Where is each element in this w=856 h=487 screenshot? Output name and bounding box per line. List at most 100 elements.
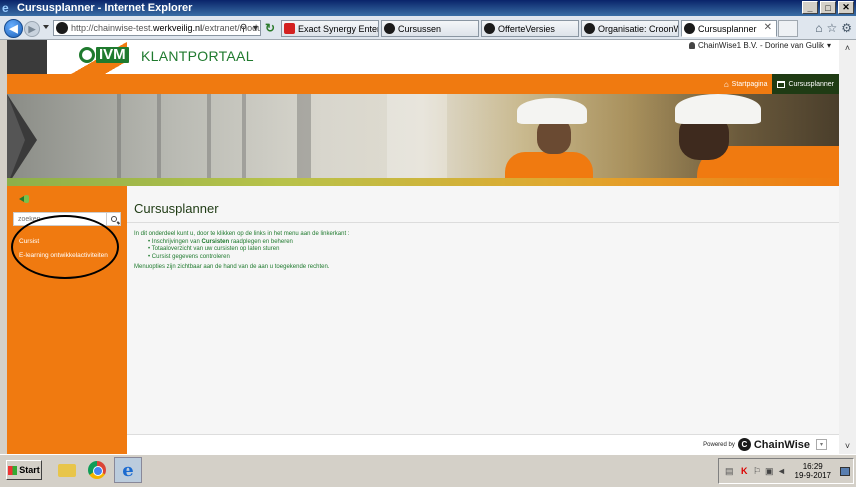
clock-time: 16:29 <box>802 462 823 471</box>
start-label: Start <box>19 465 40 475</box>
exact-icon <box>284 23 295 34</box>
network-icon[interactable]: ▣ <box>765 466 774 477</box>
tab-label: Organisatie: CroonWolt... <box>598 23 679 34</box>
site-header: ChainWise1 B.V. - Dorine van Gulik ▾ <box>7 40 839 74</box>
content-body: In dit onderdeel kunt u, door te klikken… <box>134 231 634 272</box>
intro-text: In dit onderdeel kunt u, door te klikken… <box>134 231 350 237</box>
tab-close-icon[interactable]: ✕ <box>764 22 772 33</box>
history-dropdown-icon[interactable] <box>43 25 49 29</box>
scroll-up-icon[interactable]: ˄ <box>839 42 856 54</box>
start-button[interactable]: Start <box>6 460 42 480</box>
user-name: ChainWise1 B.V. - Dorine van Gulik <box>698 41 824 50</box>
maximize-button[interactable]: □ <box>820 1 836 14</box>
address-prefix: http://chainwise-test. <box>71 23 154 33</box>
back-arrow-icon[interactable] <box>19 195 29 203</box>
search-icon <box>110 216 117 222</box>
clock-date: 19-9-2017 <box>794 471 831 480</box>
tab-cursussen[interactable]: Cursussen <box>381 20 479 37</box>
feature-list: Inschrijvingen van Cursisten raadplegen … <box>134 239 634 262</box>
chrome-icon <box>88 461 106 479</box>
annotation-circle <box>11 215 119 279</box>
content-area <box>127 186 839 434</box>
new-tab-button[interactable] <box>778 20 798 37</box>
user-menu[interactable]: ChainWise1 B.V. - Dorine van Gulik ▾ <box>689 41 831 50</box>
ivm-logo[interactable]: IVM <box>79 47 129 63</box>
address-dropdown-icon[interactable]: ▾ <box>250 20 261 36</box>
main-menu: ⌂ Startpagina Cursusplanner <box>719 74 839 94</box>
banner-bottom-band <box>7 178 839 186</box>
close-button[interactable]: ✕ <box>838 1 854 14</box>
gear-icon[interactable]: ⚙ <box>841 21 852 35</box>
menu-label: Cursusplanner <box>788 80 834 88</box>
volume-icon[interactable]: ◄ <box>777 466 786 476</box>
refresh-icon[interactable]: ↻ <box>263 20 277 36</box>
minimize-button[interactable]: _ <box>802 1 818 14</box>
hero-banner-image <box>7 94 839 186</box>
calendar-icon <box>777 80 786 88</box>
search-button[interactable] <box>107 212 121 226</box>
chainwise-brand: ChainWise <box>753 438 810 451</box>
list-item: Cursist gegevens controleren <box>148 254 634 262</box>
windows-logo-icon <box>8 465 18 475</box>
language-dropdown[interactable]: ▾ <box>816 439 827 450</box>
web-page: ChainWise1 B.V. - Dorine van Gulik ▾ IVM… <box>7 40 839 454</box>
page-title: Cursusplanner <box>134 201 219 216</box>
list-item: Inschrijvingen van Cursisten raadplegen … <box>148 239 634 247</box>
chainwise-icon <box>584 23 595 34</box>
window-title-bar: e Cursusplanner - Internet Explorer _ □ … <box>0 0 856 16</box>
home-icon: ⌂ <box>723 79 729 89</box>
antivirus-icon[interactable]: K <box>741 466 748 476</box>
system-tray: ▤ K ⚐ ▣ ◄ 16:29 19-9-2017 <box>718 458 854 484</box>
address-domain: werkveilig.nl <box>153 23 203 33</box>
tab-label: Cursusplanner <box>698 23 757 34</box>
logo-ring-icon <box>79 47 95 63</box>
explorer-taskbar-button[interactable] <box>56 459 78 481</box>
flag-icon[interactable]: ⚐ <box>753 466 761 477</box>
menu-item-startpagina[interactable]: ⌂ Startpagina <box>719 74 773 94</box>
keyboard-icon[interactable]: ▤ <box>725 466 734 477</box>
ie-taskbar-button[interactable]: e <box>114 457 142 483</box>
main-menu-bar <box>7 74 839 94</box>
tab-cursusplanner[interactable]: Cursusplanner ✕ <box>681 20 777 37</box>
show-desktop-button[interactable] <box>840 467 850 476</box>
tab-organisatie[interactable]: Organisatie: CroonWolt... <box>581 20 679 37</box>
back-button[interactable]: ◀ <box>4 19 23 38</box>
browser-nav-bar: ◀ ▶ http://chainwise-test. werkveilig.nl /… <box>0 16 856 40</box>
search-icon[interactable]: ⚲ <box>238 20 249 36</box>
chrome-taskbar-button[interactable] <box>86 459 108 481</box>
taskbar: Start e ▤ K ⚐ ▣ ◄ 16:29 19-9-2017 <box>0 454 856 487</box>
ie-icon: e <box>2 1 9 15</box>
tab-label: Cursussen <box>398 23 442 34</box>
clock[interactable]: 16:29 19-9-2017 <box>795 462 831 480</box>
menu-item-cursusplanner[interactable]: Cursusplanner <box>772 74 839 94</box>
sidebar: Cursist E-learning ontwikkelactiviteiten <box>7 186 127 454</box>
folder-icon <box>58 463 76 477</box>
banner-chevron <box>7 94 25 186</box>
page-footer: Powered by C ChainWise ▾ <box>127 434 839 454</box>
scroll-down-icon[interactable]: ˅ <box>839 440 856 452</box>
list-item: Totaaloverzicht van uw cursisten op late… <box>148 246 634 254</box>
tab-exact[interactable]: Exact Synergy Enterpris... <box>281 20 379 37</box>
tab-label: OfferteVersies <box>498 23 555 34</box>
powered-by: Powered by C ChainWise ▾ <box>703 438 827 451</box>
portal-title: KLANTPORTAAL <box>141 48 254 64</box>
site-favicon-icon <box>56 22 68 34</box>
chainwise-icon <box>684 23 695 34</box>
tab-offerteversies[interactable]: OfferteVersies <box>481 20 579 37</box>
forward-button[interactable]: ▶ <box>24 21 40 37</box>
chainwise-logo-icon: C <box>737 438 751 451</box>
chainwise-icon <box>484 23 495 34</box>
user-icon <box>689 42 695 49</box>
page-scrollbar[interactable]: ˄ ˅ <box>839 40 856 454</box>
ie-icon: e <box>122 459 134 481</box>
title-divider <box>127 222 839 223</box>
window-title: Cursusplanner - Internet Explorer <box>17 2 193 14</box>
chainwise-icon <box>384 23 395 34</box>
caret-down-icon: ▾ <box>826 41 831 50</box>
rights-note: Menuopties zijn zichtbaar aan de hand va… <box>134 264 330 270</box>
home-icon[interactable]: ⌂ <box>815 21 822 35</box>
favorites-star-icon[interactable]: ☆ <box>826 21 837 35</box>
tab-label: Exact Synergy Enterpris... <box>298 23 378 34</box>
address-bar[interactable]: http://chainwise-test. werkveilig.nl/extr… <box>53 20 261 36</box>
powered-by-label: Powered by <box>703 441 735 448</box>
